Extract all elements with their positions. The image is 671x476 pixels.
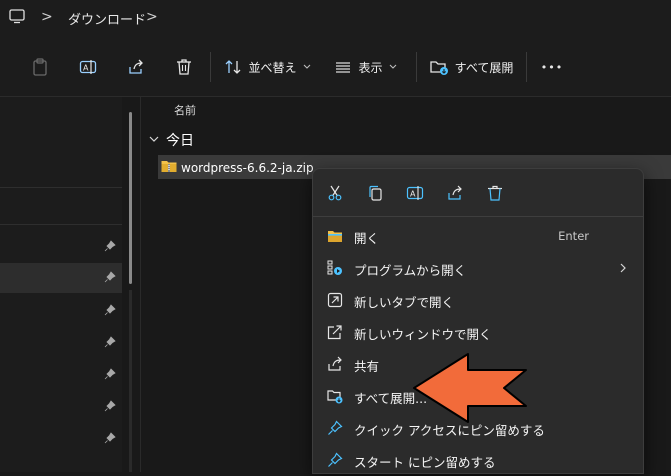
trash-icon: [177, 59, 191, 75]
copy-button[interactable]: [361, 179, 389, 207]
sort-label: 並べ替え: [248, 60, 297, 75]
nav-divider: [0, 187, 122, 188]
new-tab-icon: [327, 292, 343, 308]
menu-item-open-new-window[interactable]: 新しいウィンドウで開く: [313, 316, 643, 348]
nav-item[interactable]: [0, 392, 122, 422]
pin-icon: [104, 304, 116, 316]
pin-icon: [104, 271, 116, 283]
pin-icon: [104, 240, 116, 252]
this-pc-icon[interactable]: [8, 7, 26, 25]
share-icon: [328, 356, 342, 371]
open-with-icon: [327, 260, 342, 275]
shortcut-label: Enter: [558, 229, 589, 243]
menu-item-open-with[interactable]: プログラムから開く: [313, 252, 643, 284]
chevron-down-icon[interactable]: [148, 133, 160, 145]
more-options-button[interactable]: •••: [536, 38, 568, 96]
menu-separator: [313, 216, 643, 217]
sort-icon: [226, 60, 241, 74]
nav-scrollbar-track[interactable]: [129, 290, 132, 472]
svg-text:A: A: [410, 190, 416, 199]
chevron-down-icon: [303, 64, 310, 69]
extract-all-label: すべて展開: [454, 60, 514, 75]
breadcrumb-separator[interactable]: >: [146, 9, 158, 25]
context-menu: A 開く Enter プログラムから開く 新しいタブで開く 新しいウィンドウで開…: [312, 168, 644, 474]
view-list-icon: [336, 62, 351, 73]
rename-icon: A: [79, 60, 97, 74]
extract-all-button[interactable]: すべて展開: [426, 38, 516, 96]
more-icon: •••: [540, 60, 564, 74]
column-header-name[interactable]: 名前: [174, 102, 196, 118]
menu-item-label: スタート にピン留めする: [354, 455, 496, 470]
nav-item[interactable]: [0, 232, 122, 262]
toolbar-divider: [416, 52, 417, 82]
group-header-today[interactable]: 今日: [166, 130, 194, 150]
scissors-icon: [328, 185, 342, 201]
nav-item[interactable]: [0, 328, 122, 358]
breadcrumb-separator[interactable]: >: [41, 9, 53, 25]
zip-folder-icon: [161, 161, 177, 172]
pin-icon: [104, 432, 116, 444]
share-button[interactable]: [122, 38, 150, 96]
new-window-icon: [327, 325, 342, 340]
paste-button[interactable]: [26, 38, 54, 96]
breadcrumb-downloads[interactable]: ダウンロード: [68, 9, 146, 28]
menu-item-label: 新しいタブで開く: [354, 295, 455, 310]
pin-icon: [104, 400, 116, 412]
nav-item[interactable]: [0, 296, 122, 326]
nav-item-selected[interactable]: [0, 263, 122, 293]
chevron-right-icon: [620, 263, 626, 273]
view-button[interactable]: 表示: [328, 38, 404, 96]
pin-icon: [328, 420, 343, 435]
chevron-down-icon: [389, 64, 396, 69]
share-icon: [129, 59, 143, 74]
nav-scrollbar-thumb[interactable]: [129, 112, 132, 284]
view-label: 表示: [358, 60, 383, 75]
folder-open-icon: [328, 231, 342, 242]
nav-divider: [0, 224, 122, 225]
menu-item-label: 新しいウィンドウで開く: [354, 327, 492, 342]
rename-button[interactable]: A: [74, 38, 102, 96]
navigation-pane[interactable]: [0, 97, 122, 472]
file-name[interactable]: wordpress-6.6.2-ja.zip: [181, 161, 314, 175]
menu-item-pin-start[interactable]: スタート にピン留めする: [313, 444, 643, 476]
menu-item-label: 開く: [354, 231, 380, 246]
pin-icon: [104, 336, 116, 348]
nav-item[interactable]: [0, 360, 122, 390]
toolbar-divider: [526, 52, 527, 82]
share-icon: [448, 185, 462, 200]
toolbar-divider: [210, 52, 211, 82]
menu-item-open-new-tab[interactable]: 新しいタブで開く: [313, 284, 643, 316]
annotation-arrow: [413, 353, 527, 423]
extract-folder-icon: [327, 390, 343, 404]
delete-button[interactable]: [170, 38, 198, 96]
rename-button[interactable]: A: [401, 179, 429, 207]
pin-icon: [104, 368, 116, 380]
copy-icon: [369, 185, 382, 201]
menu-item-open[interactable]: 開く Enter: [313, 220, 643, 252]
trash-icon: [488, 185, 502, 201]
menu-item-label: プログラムから開く: [354, 263, 467, 278]
delete-button[interactable]: [481, 179, 509, 207]
svg-text:A: A: [83, 64, 89, 73]
share-button[interactable]: [441, 179, 469, 207]
nav-item[interactable]: [0, 424, 122, 454]
rename-icon: A: [406, 186, 424, 200]
menu-item-label: 共有: [354, 359, 380, 374]
pin-icon: [328, 452, 343, 467]
extract-folder-icon: [430, 61, 448, 75]
paste-icon: [33, 58, 47, 76]
address-bar: > ダウンロード >: [0, 0, 671, 38]
command-bar: A 並べ替え 表示 すべて展開 •••: [0, 38, 671, 97]
cut-button[interactable]: [321, 179, 349, 207]
sort-button[interactable]: 並べ替え: [222, 38, 314, 96]
